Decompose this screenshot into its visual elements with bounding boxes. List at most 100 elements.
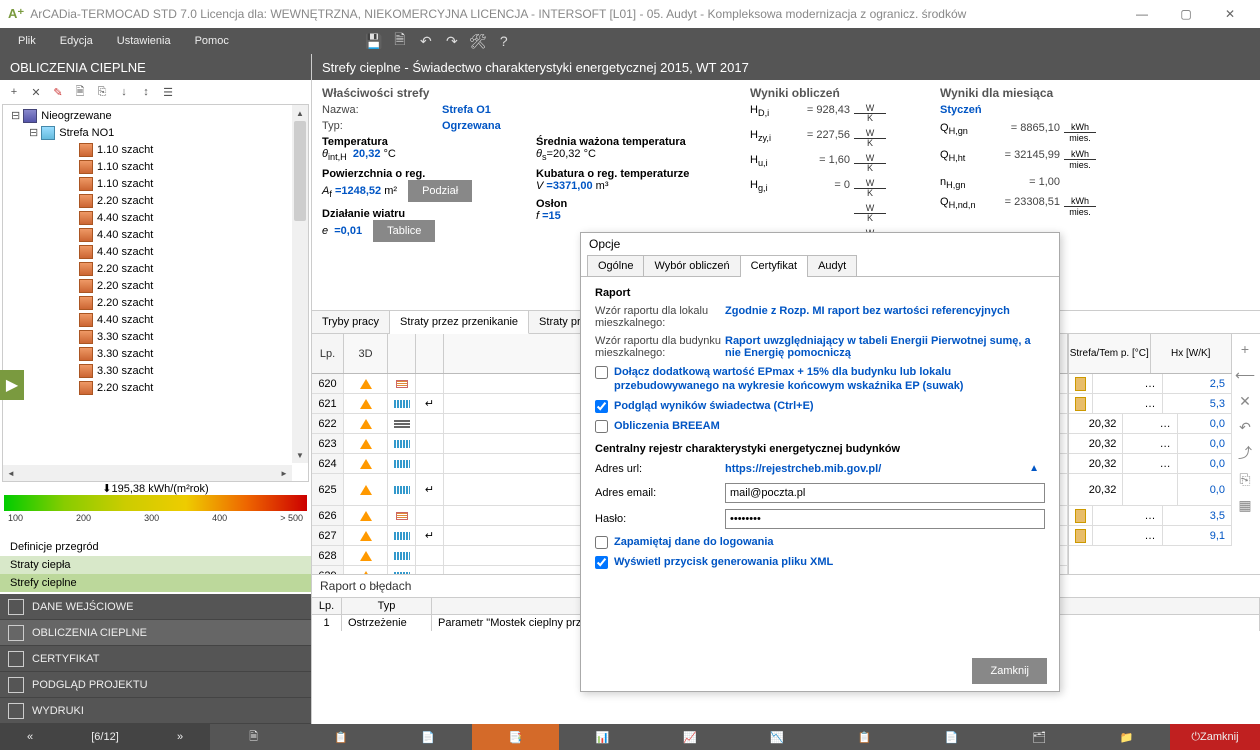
stack-dane[interactable]: DANE WEJŚCIOWE [0, 594, 311, 620]
copy-icon[interactable]: ⎘ [1234, 468, 1256, 490]
edit-icon[interactable]: ✎ [48, 82, 68, 102]
tree-scroll-h[interactable]: ◄► [3, 465, 292, 481]
tree-leaf[interactable]: 4.40 szacht [7, 243, 304, 260]
page-indicator: [6/12] [60, 724, 150, 750]
delete-row-icon[interactable]: ✕ [1234, 390, 1256, 412]
password-field[interactable] [725, 509, 1045, 529]
calc-icon[interactable]: ▦ [1234, 494, 1256, 516]
bb-icon-2[interactable]: 📋 [297, 724, 384, 750]
tools-icon[interactable]: 🛠 [465, 28, 491, 54]
tree-leaf[interactable]: 2.20 szacht [7, 277, 304, 294]
menu-plik[interactable]: Plik [6, 35, 48, 47]
remove-arrow-icon[interactable]: ⟵ [1234, 364, 1256, 386]
down-icon[interactable]: ↓ [114, 82, 134, 102]
chk-preview[interactable] [595, 400, 608, 413]
tree-node-root[interactable]: ⊟ Nieogrzewane [7, 107, 304, 124]
registry-url[interactable]: https://rejestrcheb.mib.gov.pl/ [725, 463, 1023, 475]
chk-remember[interactable] [595, 536, 608, 549]
tablice-button[interactable]: Tablice [373, 220, 435, 242]
nav-straty[interactable]: Straty ciepła [0, 556, 311, 574]
dtab-certyfikat[interactable]: Certyfikat [740, 255, 808, 276]
tree-leaf[interactable]: 4.40 szacht [7, 226, 304, 243]
tree-scroll-v[interactable]: ▲▼ [292, 105, 308, 463]
wind-value[interactable]: =0,01 [334, 225, 362, 237]
menu-edycja[interactable]: Edycja [48, 35, 105, 47]
tree-leaf[interactable]: 1.10 szacht [7, 175, 304, 192]
menu-pomoc[interactable]: Pomoc [183, 35, 241, 47]
bb-icon-8[interactable]: 📋 [821, 724, 908, 750]
nav-definicje[interactable]: Definicje przegród [0, 538, 311, 556]
tree-leaf[interactable]: 2.20 szacht [7, 192, 304, 209]
doc-icon[interactable]: 🗎 [70, 82, 90, 102]
dialog-close-button[interactable]: Zamknij [972, 658, 1047, 684]
month-select[interactable]: Styczeń [940, 104, 1250, 116]
tree-leaf[interactable]: 3.30 szacht [7, 362, 304, 379]
bb-icon-7[interactable]: 📉 [734, 724, 821, 750]
stack-certyfikat[interactable]: CERTYFIKAT [0, 646, 311, 672]
maximize-button[interactable]: ▢ [1164, 1, 1208, 27]
tab-tryby[interactable]: Tryby pracy [312, 311, 390, 333]
redo-icon[interactable]: ↷ [439, 28, 465, 54]
bb-icon-1[interactable]: 🗎 [210, 724, 297, 750]
zone-tree[interactable]: ⊟ Nieogrzewane ⊟ Strefa NO1 1.10 szacht … [2, 104, 309, 482]
undo-icon[interactable]: ↶ [413, 28, 439, 54]
save-icon[interactable]: 💾 [361, 28, 387, 54]
stack-wydruki[interactable]: WYDRUKI [0, 698, 311, 724]
tab-straty-przenikanie[interactable]: Straty przez przenikanie [390, 311, 529, 334]
expand-icon[interactable]: ▲ [1023, 463, 1045, 475]
bb-icon-11[interactable]: 📁 [1083, 724, 1170, 750]
report-template-1[interactable]: Zgodnie z Rozp. MI raport bez wartości r… [725, 305, 1045, 329]
bb-icon-9[interactable]: 📄 [908, 724, 995, 750]
email-field[interactable] [725, 483, 1045, 503]
bb-icon-6[interactable]: 📈 [646, 724, 733, 750]
chk-epmax[interactable] [595, 366, 608, 379]
temp-value[interactable]: 20,32 [353, 148, 381, 160]
tree-leaf[interactable]: 1.10 szacht [7, 158, 304, 175]
close-app-button[interactable]: ⏻ Zamknij [1170, 724, 1260, 750]
nav-strefy[interactable]: Strefy cieplne [0, 574, 311, 592]
help-icon[interactable]: ? [491, 28, 517, 54]
stack-podglad[interactable]: PODGLĄD PROJEKTU [0, 672, 311, 698]
undo-icon[interactable]: ↶ [1234, 416, 1256, 438]
next-page-button[interactable]: » [150, 724, 210, 750]
podzial-button[interactable]: Podział [408, 180, 472, 202]
chk-xml[interactable] [595, 556, 608, 569]
tree-leaf[interactable]: 2.20 szacht [7, 260, 304, 277]
bb-icon-4[interactable]: 📑 [472, 724, 559, 750]
bb-icon-10[interactable]: 🗂 [995, 724, 1082, 750]
tree-leaf[interactable]: 2.20 szacht [7, 294, 304, 311]
tree-node-zone[interactable]: ⊟ Strefa NO1 [7, 124, 304, 141]
close-button[interactable]: ✕ [1208, 1, 1252, 27]
tree-leaf[interactable]: 4.40 szacht [7, 209, 304, 226]
bb-icon-5[interactable]: 📊 [559, 724, 646, 750]
add-row-icon[interactable]: + [1234, 338, 1256, 360]
tree-leaf[interactable]: 2.20 szacht [7, 379, 304, 396]
tree-leaf[interactable]: 1.10 szacht [7, 141, 304, 158]
dtab-ogolne[interactable]: Ogólne [587, 255, 644, 276]
zone-type[interactable]: Ogrzewana [442, 120, 501, 132]
chk-breeam[interactable] [595, 420, 608, 433]
dtab-wybor[interactable]: Wybór obliczeń [643, 255, 740, 276]
gauge-marker-icon: ⬇ [102, 483, 111, 495]
add-icon[interactable]: + [4, 82, 24, 102]
tree-leaf[interactable]: 3.30 szacht [7, 328, 304, 345]
filter-icon[interactable]: ☰ [158, 82, 178, 102]
delete-icon[interactable]: ✕ [26, 82, 46, 102]
bb-icon-3[interactable]: 📄 [385, 724, 472, 750]
menubar: Plik Edycja Ustawienia Pomoc 💾 🗎 ↶ ↷ 🛠 ? [0, 28, 1260, 54]
copy-icon[interactable]: ⎘ [92, 82, 112, 102]
saveall-icon[interactable]: 🗎 [387, 28, 413, 54]
export-icon[interactable]: ⤴ [1234, 442, 1256, 464]
stack-obliczenia[interactable]: OBLICZENIA CIEPLNE [0, 620, 311, 646]
menu-ustawienia[interactable]: Ustawienia [105, 35, 183, 47]
report-template-2[interactable]: Raport uwzględniający w tabeli Energii P… [725, 335, 1045, 359]
sort-icon[interactable]: ↕ [136, 82, 156, 102]
minimize-button[interactable]: — [1120, 1, 1164, 27]
tree-leaf[interactable]: 4.40 szacht [7, 311, 304, 328]
dtab-audyt[interactable]: Audyt [807, 255, 857, 276]
collapse-left-button[interactable]: ▶ [0, 370, 24, 400]
zone-name[interactable]: Strefa O1 [442, 104, 491, 116]
tree-leaf[interactable]: 3.30 szacht [7, 345, 304, 362]
props-header: Właściwości strefy [322, 86, 750, 100]
prev-page-button[interactable]: « [0, 724, 60, 750]
